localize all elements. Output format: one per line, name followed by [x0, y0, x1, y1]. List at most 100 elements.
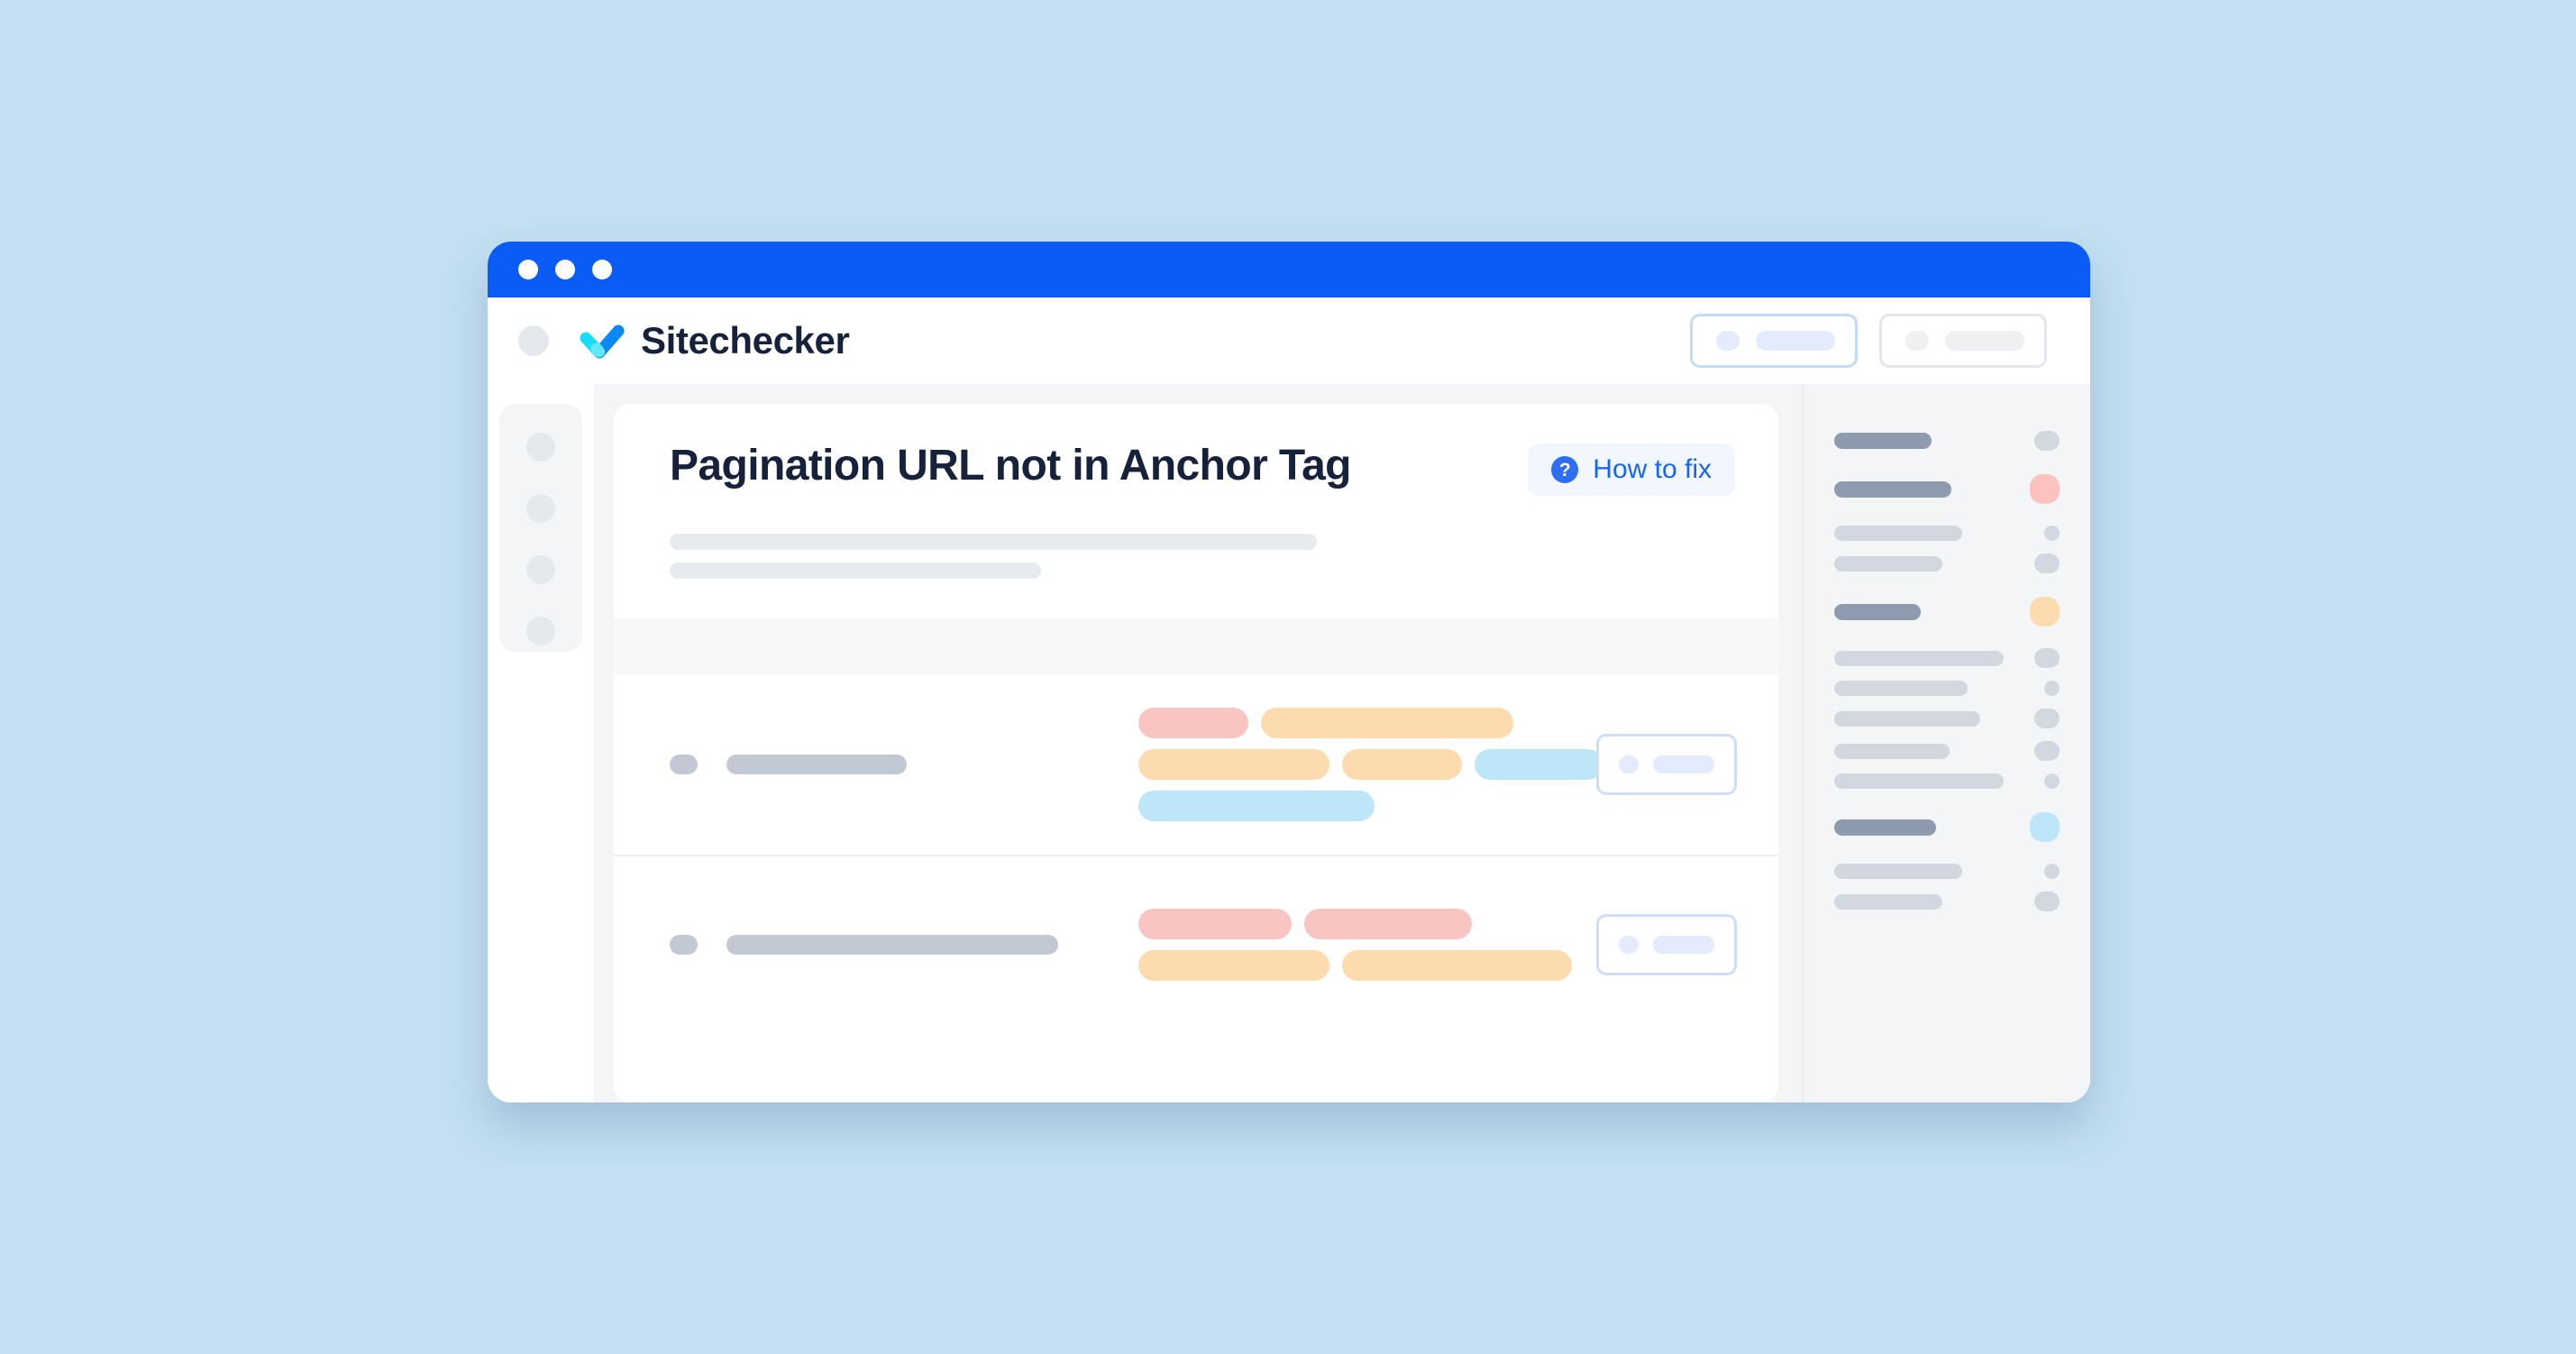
button-icon-placeholder — [1905, 331, 1929, 351]
panel-item-badge — [2034, 741, 2060, 761]
sidebar-item-1[interactable] — [526, 433, 555, 462]
chip-pink[interactable] — [1138, 909, 1292, 939]
question-mark-circle-icon: ? — [1551, 456, 1579, 483]
chip-orange[interactable] — [1342, 749, 1462, 780]
panel-item[interactable] — [1834, 553, 2060, 573]
chip-line — [1138, 749, 1603, 780]
brand-name: Sitechecker — [641, 319, 850, 361]
chip-blue[interactable] — [1475, 749, 1603, 780]
panel-item[interactable] — [1834, 709, 2060, 728]
button-label-placeholder — [1945, 331, 2024, 351]
button-icon-placeholder — [1619, 755, 1639, 773]
panel-group-3 — [1834, 597, 2060, 789]
sidebar-item-3[interactable] — [526, 555, 555, 584]
panel-group-title[interactable] — [1834, 597, 2060, 627]
left-rail-wrapper — [488, 384, 594, 1102]
row-index-placeholder — [670, 755, 698, 774]
panel-item-label — [1834, 864, 1962, 879]
button-label-placeholder — [1756, 331, 1835, 351]
panel-item-badge — [2044, 681, 2060, 696]
chip-line — [1138, 909, 1472, 939]
left-sidebar — [499, 404, 582, 652]
app-header: Sitechecker — [488, 297, 2090, 384]
row-chips-1 — [1138, 708, 1603, 821]
panel-group-badge — [2034, 431, 2060, 451]
panel-item-badge — [2044, 526, 2060, 541]
app-body: Pagination URL not in Anchor Tag ? How t… — [488, 384, 2090, 1102]
panel-item[interactable] — [1834, 892, 2060, 911]
table-row[interactable] — [614, 856, 1778, 1033]
panel-group-title[interactable] — [1834, 474, 2060, 504]
chip-orange[interactable] — [1138, 749, 1329, 780]
table-row[interactable] — [614, 674, 1778, 856]
chip-pink[interactable] — [1138, 708, 1248, 738]
panel-group-title[interactable] — [1834, 431, 2060, 451]
panel-item[interactable] — [1834, 648, 2060, 668]
chip-orange[interactable] — [1138, 950, 1329, 981]
panel-item-label — [1834, 650, 2004, 666]
row-label-2 — [670, 935, 1138, 955]
browser-window: Sitechecker Pagination URL not in Anchor… — [488, 242, 2090, 1102]
panel-item-label — [1834, 526, 1962, 541]
panel-group-label — [1834, 480, 1951, 498]
issue-card: Pagination URL not in Anchor Tag ? How t… — [614, 404, 1778, 1102]
panel-group-1 — [1834, 431, 2060, 451]
panel-item[interactable] — [1834, 526, 2060, 541]
panel-group-badge-pink — [2030, 474, 2060, 504]
brand[interactable]: Sitechecker — [578, 319, 850, 361]
panel-item-label — [1834, 773, 2004, 789]
chip-orange[interactable] — [1261, 708, 1513, 738]
row-chips-2 — [1138, 909, 1596, 981]
sidebar-item-2[interactable] — [526, 494, 555, 523]
table-header-band — [614, 618, 1778, 674]
window-minimize-icon[interactable] — [555, 260, 575, 279]
chip-blue[interactable] — [1138, 791, 1375, 821]
panel-group-title[interactable] — [1834, 812, 2060, 842]
panel-item-badge — [2044, 864, 2060, 879]
button-icon-placeholder — [1716, 331, 1740, 351]
row-action-button-1[interactable] — [1596, 734, 1737, 795]
panel-item-label — [1834, 743, 1950, 759]
panel-group-badge-orange — [2030, 597, 2060, 627]
panel-item[interactable] — [1834, 741, 2060, 761]
sidebar-item-4[interactable] — [526, 617, 555, 645]
chip-pink[interactable] — [1304, 909, 1472, 939]
main-content: Pagination URL not in Anchor Tag ? How t… — [594, 384, 1802, 1102]
panel-group-label — [1834, 819, 1936, 836]
row-name-placeholder — [726, 935, 1058, 955]
description-line-1 — [670, 534, 1317, 550]
description-placeholder-group — [670, 534, 1735, 579]
panel-item-label — [1834, 893, 1942, 910]
panel-item[interactable] — [1834, 864, 2060, 879]
screenshot-stage: Sitechecker Pagination URL not in Anchor… — [0, 0, 2576, 1354]
avatar[interactable] — [518, 325, 549, 356]
panel-item[interactable] — [1834, 773, 2060, 789]
window-maximize-icon[interactable] — [592, 260, 612, 279]
description-line-2 — [670, 563, 1041, 579]
panel-item-badge — [2034, 648, 2060, 668]
chip-line — [1138, 950, 1572, 981]
row-action-button-2[interactable] — [1596, 914, 1737, 975]
chip-orange[interactable] — [1342, 950, 1572, 981]
row-label-1 — [670, 755, 1138, 774]
right-panel — [1802, 384, 2090, 1102]
page-title: Pagination URL not in Anchor Tag — [670, 442, 1351, 489]
panel-item-badge — [2044, 773, 2060, 789]
secondary-placeholder-button[interactable] — [1879, 314, 2047, 368]
browser-title-bar — [488, 242, 2090, 297]
row-name-placeholder — [726, 755, 907, 774]
panel-item-label — [1834, 710, 1980, 727]
header-actions — [1690, 314, 2047, 368]
card-header-top: Pagination URL not in Anchor Tag ? How t… — [670, 442, 1735, 496]
how-to-fix-label: How to fix — [1593, 454, 1712, 484]
how-to-fix-button[interactable]: ? How to fix — [1528, 444, 1735, 496]
primary-placeholder-button[interactable] — [1690, 314, 1858, 368]
panel-group-badge-blue — [2030, 812, 2060, 842]
panel-item-label — [1834, 555, 1942, 572]
button-icon-placeholder — [1619, 936, 1639, 954]
panel-item-badge — [2034, 553, 2060, 573]
window-close-icon[interactable] — [518, 260, 538, 279]
panel-item[interactable] — [1834, 681, 2060, 696]
row-index-placeholder — [670, 935, 698, 955]
button-label-placeholder — [1653, 936, 1714, 954]
